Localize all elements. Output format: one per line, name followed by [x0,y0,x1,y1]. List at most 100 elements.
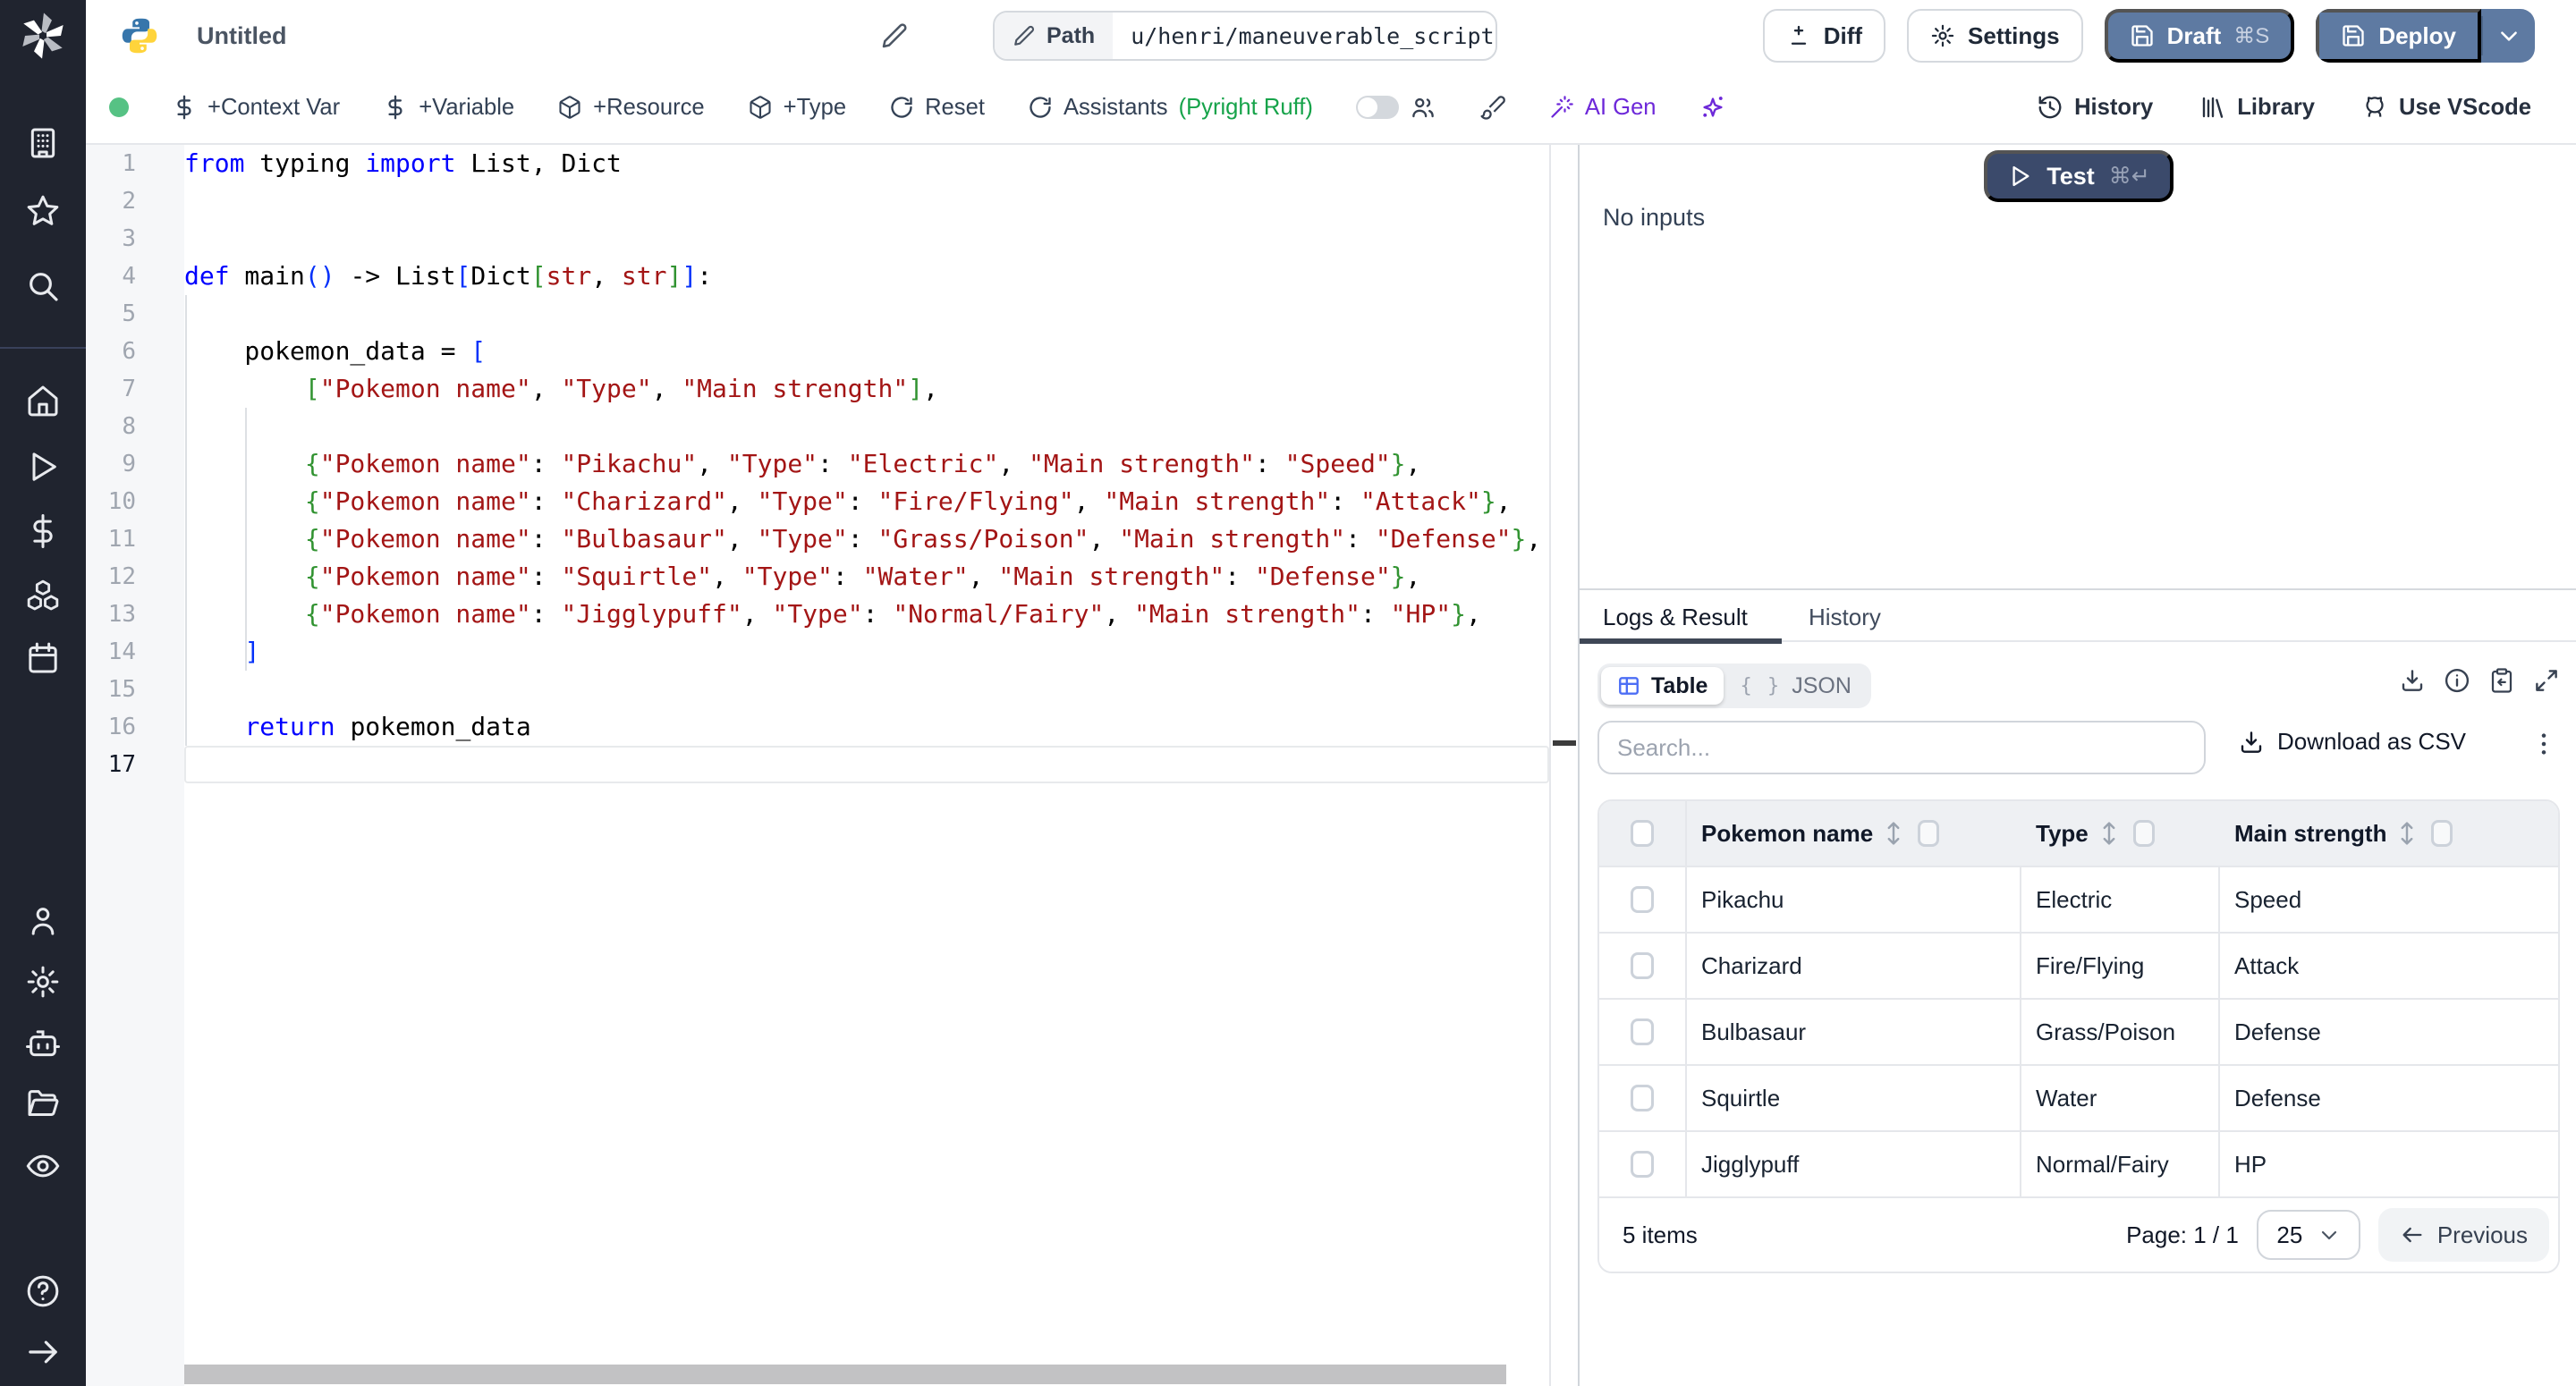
code-line[interactable]: ] [184,633,1549,671]
code-line[interactable]: {"Pokemon name": "Jigglypuff", "Type": "… [184,596,1549,633]
reset-button[interactable]: Reset [889,95,985,121]
edit-pencil-icon[interactable] [880,21,909,50]
schedules-calendar-icon[interactable] [23,638,63,678]
deploy-button[interactable]: Deploy [2316,9,2481,63]
view-json-option[interactable]: { } JSON [1724,667,1867,705]
home-icon[interactable] [23,381,63,420]
add-type-button[interactable]: +Type [748,95,846,121]
code-line[interactable]: from typing import List, Dict [184,145,1549,182]
code-line[interactable]: pokemon_data = [ [184,333,1549,370]
more-options-button[interactable] [2529,728,2558,764]
table-row[interactable]: PikachuElectricSpeed [1599,867,2558,934]
column-header[interactable]: Type [2021,801,2220,866]
code-line[interactable] [184,182,1549,220]
page-indicator: Page: 1 / 1 [2126,1221,2239,1249]
test-button[interactable]: Test ⌘↵ [1984,150,2174,202]
info-icon[interactable] [2444,667,2470,694]
resources-boxes-icon[interactable] [23,576,63,615]
page-title: Untitled [197,0,287,72]
audit-eye-icon[interactable] [23,1146,63,1186]
folder-open-icon[interactable] [23,1084,63,1123]
toggle-switch[interactable] [1356,96,1399,119]
favorites-star-icon[interactable] [23,191,63,231]
workspace-building-icon[interactable] [23,123,63,163]
table-cell: Speed [2220,867,2558,932]
column-filter-box[interactable] [2431,820,2453,847]
settings-gear-icon[interactable] [23,962,63,1001]
use-vscode-button[interactable]: Use VScode [2361,94,2531,121]
row-checkbox[interactable] [1599,934,1687,998]
sort-icon[interactable] [2397,821,2417,846]
column-filter-box[interactable] [2133,820,2155,847]
expand-arrow-right-icon[interactable] [23,1332,63,1372]
select-all-checkbox[interactable] [1599,801,1687,866]
row-checkbox[interactable] [1599,1132,1687,1196]
search-input[interactable] [1597,721,2206,774]
add-resource-button[interactable]: +Resource [557,95,704,121]
clipboard-copy-icon[interactable] [2488,667,2515,694]
code-line[interactable]: def main() -> List[Dict[str, str]]: [184,258,1549,295]
windmill-logo-icon[interactable] [14,7,72,64]
page-size-select[interactable]: 25 [2257,1210,2360,1260]
arrow-left-icon [2400,1222,2425,1247]
ai-gen-button[interactable]: AI Gen [1549,95,1657,121]
format-brush-button[interactable] [1479,94,1506,121]
library-button[interactable]: Library [2199,94,2315,121]
variables-dollar-icon[interactable] [23,511,63,551]
workers-robot-icon[interactable] [23,1025,63,1064]
table-row[interactable]: BulbasaurGrass/PoisonDefense [1599,1000,2558,1066]
table-row[interactable]: JigglypuffNormal/FairyHP [1599,1132,2558,1198]
sort-icon[interactable] [1884,821,1903,846]
settings-button[interactable]: Settings [1907,9,2083,63]
column-filter-box[interactable] [1918,820,1939,847]
editor-horizontal-scrollbar[interactable] [184,1365,1506,1384]
save-icon [2130,23,2155,48]
code-line[interactable]: return pokemon_data [184,708,1549,746]
code-line[interactable]: ["Pokemon name", "Type", "Main strength"… [184,370,1549,408]
help-icon[interactable] [23,1272,63,1311]
diff-button[interactable]: Diff [1763,9,1885,63]
deploy-dropdown-button[interactable] [2483,9,2535,63]
tab-logs-result[interactable]: Logs & Result [1603,590,1748,644]
dollar-icon [172,95,197,120]
search-icon[interactable] [23,266,63,306]
view-table-option[interactable]: Table [1601,667,1724,705]
download-csv-button[interactable]: Download as CSV [2238,728,2466,756]
column-header[interactable]: Main strength [2220,801,2558,866]
path-field[interactable]: Path u/henri/maneuverable_script [993,11,1497,61]
row-checkbox[interactable] [1599,867,1687,932]
code-line[interactable] [184,295,1549,333]
previous-page-button[interactable]: Previous [2378,1208,2549,1262]
path-value[interactable]: u/henri/maneuverable_script [1113,13,1497,59]
download-icon[interactable] [2399,667,2426,694]
code-line[interactable] [184,408,1549,445]
code-line[interactable]: {"Pokemon name": "Pikachu", "Type": "Ele… [184,445,1549,483]
code-line[interactable] [184,220,1549,258]
code-line[interactable]: {"Pokemon name": "Bulbasaur", "Type": "G… [184,520,1549,558]
tab-history[interactable]: History [1809,590,1881,644]
code-line[interactable] [184,746,1549,783]
code-line[interactable]: {"Pokemon name": "Squirtle", "Type": "Wa… [184,558,1549,596]
assistants-button[interactable]: Assistants (Pyright Ruff) [1028,95,1313,121]
row-checkbox[interactable] [1599,1066,1687,1130]
multiplayer-toggle[interactable] [1356,94,1436,121]
column-header[interactable]: Pokemon name [1687,801,2021,866]
maximize-icon[interactable] [2533,667,2560,694]
result-tabs: Logs & Result History [1580,588,2576,642]
table-row[interactable]: SquirtleWaterDefense [1599,1066,2558,1132]
draft-button[interactable]: Draft ⌘S [2105,9,2295,63]
line-number: 8 [86,408,184,445]
history-button[interactable]: History [2037,94,2153,121]
runs-play-icon[interactable] [23,447,63,486]
row-checkbox[interactable] [1599,1000,1687,1064]
code-editor[interactable]: from typing import List, Dict def main() … [184,145,1551,1386]
sparkles-button[interactable] [1699,94,1726,121]
add-variable-button[interactable]: +Variable [383,95,514,121]
code-line[interactable] [184,671,1549,708]
sort-icon[interactable] [2099,821,2119,846]
code-line[interactable]: {"Pokemon name": "Charizard", "Type": "F… [184,483,1549,520]
panel-splitter-handle[interactable] [1553,740,1576,746]
add-context-var-button[interactable]: +Context Var [172,95,340,121]
user-icon[interactable] [23,901,63,941]
table-row[interactable]: CharizardFire/FlyingAttack [1599,934,2558,1000]
